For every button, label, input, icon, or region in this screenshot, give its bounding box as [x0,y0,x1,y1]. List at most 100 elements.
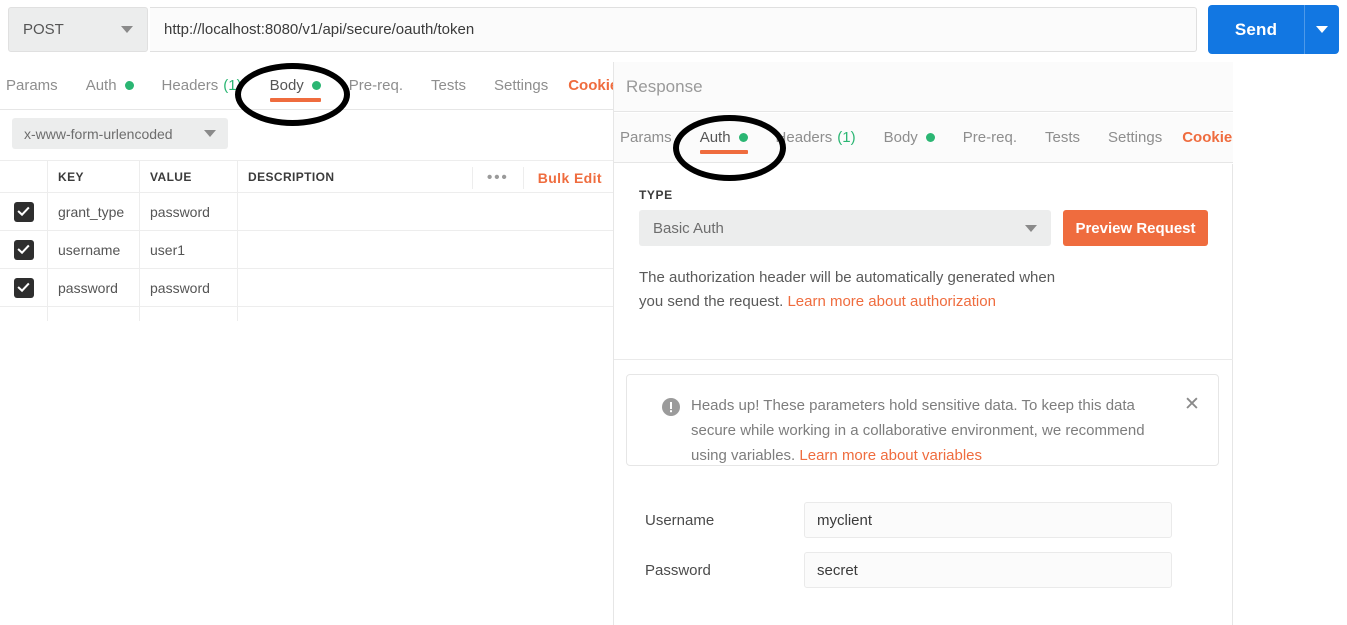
empty-row-value [140,307,238,321]
tab-label: Auth [85,77,117,94]
column-header-description: DESCRIPTION ••• Bulk Edit [238,161,614,192]
column-header-key: KEY [48,161,140,192]
bulk-edit-button[interactable]: Bulk Edit [524,170,614,186]
table-row-empty[interactable] [0,307,614,321]
password-input[interactable]: secret [804,552,1172,588]
tab-label: Settings [1108,129,1163,146]
body-type-label: x-www-form-urlencoded [24,125,173,142]
table-row[interactable]: username user1 [0,230,614,269]
table-row[interactable]: password password [0,268,614,307]
tab-label: Settings [494,77,549,94]
row-description-cell[interactable] [238,193,614,230]
tab-cookies[interactable]: Cookies [562,62,614,109]
tab-settings[interactable]: Settings [480,62,562,109]
request-tab-bar: Params Auth Headers (1) Body Pre-req. Tests Set… [0,62,614,110]
chevron-down-icon [1316,26,1328,33]
empty-row-description [238,307,614,321]
tab-prereq[interactable]: Pre-req. [335,62,417,109]
auth-type-label: TYPE [639,188,673,202]
tab-label: Tests [430,77,466,94]
chevron-down-icon [121,26,133,33]
request-bar: POST http://localhost:8080/v1/api/secure… [0,0,1347,60]
preview-request-button[interactable]: Preview Request [1063,210,1208,246]
tab-label: Params [6,77,58,94]
select-all-cell [0,161,48,192]
table-header-row: KEY VALUE DESCRIPTION ••• Bulk Edit [0,160,614,193]
form-data-table: KEY VALUE DESCRIPTION ••• Bulk Edit gran… [0,160,614,321]
sensitive-data-banner: Heads up! These parameters hold sensitiv… [626,374,1219,466]
tab-tests[interactable]: Tests [1031,113,1094,162]
row-checkbox[interactable] [13,239,34,260]
tab-count-badge: (1) [223,77,242,94]
row-key-cell[interactable]: username [48,231,140,268]
password-label: Password [645,561,711,579]
tab-prereq[interactable]: Pre-req. [949,113,1031,162]
send-button-label: Send [1234,19,1278,39]
tab-headers[interactable]: Headers (1) [148,62,256,109]
tab-headers[interactable]: Headers (1) [762,113,870,162]
close-icon[interactable]: ✕ [1182,395,1202,415]
username-input[interactable]: myclient [804,502,1172,538]
tab-tests[interactable]: Tests [417,62,480,109]
sensitive-data-banner-text: Heads up! These parameters hold sensitiv… [691,393,1181,468]
body-type-select[interactable]: x-www-form-urlencoded [12,118,228,149]
tab-settings[interactable]: Settings [1094,113,1176,162]
auth-help-text: The authorization header will be automat… [639,266,1059,314]
tab-label: Headers [161,77,219,94]
tab-auth[interactable]: Auth [686,113,762,162]
row-description-cell[interactable] [238,269,614,306]
row-value-cell[interactable]: password [140,269,238,306]
row-value-cell[interactable]: password [140,193,238,230]
tab-body[interactable]: Body [256,62,335,109]
auth-type-select[interactable]: Basic Auth [639,210,1051,246]
tab-auth[interactable]: Auth [72,62,148,109]
row-checkbox-cell [0,193,48,230]
chevron-down-icon [1025,224,1037,232]
row-checkbox[interactable] [13,201,34,222]
section-divider [614,359,1233,360]
tab-label: Pre-req. [348,77,403,94]
table-row[interactable]: grant_type password [0,192,614,231]
tab-label: Params [620,129,672,146]
app-root: POST http://localhost:8080/v1/api/secure… [0,0,1347,625]
empty-row-key [48,307,140,321]
column-header-description-label: DESCRIPTION [248,169,335,184]
table-header-tools: ••• Bulk Edit [471,161,614,194]
url-input[interactable]: http://localhost:8080/v1/api/secure/oaut… [150,7,1197,52]
learn-more-variables-link[interactable]: Learn more about variables [799,447,982,464]
tab-count-badge: (1) [837,129,856,146]
http-method-label: POST [23,21,64,38]
tab-label: Auth [699,129,731,146]
tab-label: Pre-req. [962,129,1017,146]
tab-label: Body [269,77,304,94]
tab-params[interactable]: Params [614,113,686,162]
row-checkbox-cell [0,269,48,306]
tab-status-dot-icon [925,133,935,142]
empty-row-check [0,307,48,321]
tab-label: Cookies [1182,129,1233,146]
info-exclamation-icon [661,397,681,417]
tab-status-dot-icon [311,81,321,90]
auth-panel-body: TYPE Basic Auth Preview Request The auth… [614,164,1233,625]
tab-params[interactable]: Params [0,62,72,109]
send-options-button[interactable] [1305,26,1339,33]
tab-label: Tests [1044,129,1080,146]
row-description-cell[interactable] [238,231,614,268]
row-value-cell[interactable]: user1 [140,231,238,268]
response-panel-title: Response [614,62,1233,112]
learn-more-authorization-link[interactable]: Learn more about authorization [787,293,995,310]
column-header-value: VALUE [140,161,238,192]
row-key-cell[interactable]: grant_type [48,193,140,230]
tab-label: Body [883,129,918,146]
row-checkbox[interactable] [13,277,34,298]
active-tab-underline [699,149,748,154]
tab-label: Cookies [568,77,614,94]
tab-cookies[interactable]: Cookies [1176,113,1233,162]
password-row: Password secret [614,552,1172,588]
send-button[interactable]: Send [1208,5,1339,54]
row-key-cell[interactable]: password [48,269,140,306]
tab-body[interactable]: Body [870,113,949,162]
http-method-select[interactable]: POST [8,7,148,52]
chevron-down-icon [204,130,216,137]
more-options-icon[interactable]: ••• [471,166,524,189]
